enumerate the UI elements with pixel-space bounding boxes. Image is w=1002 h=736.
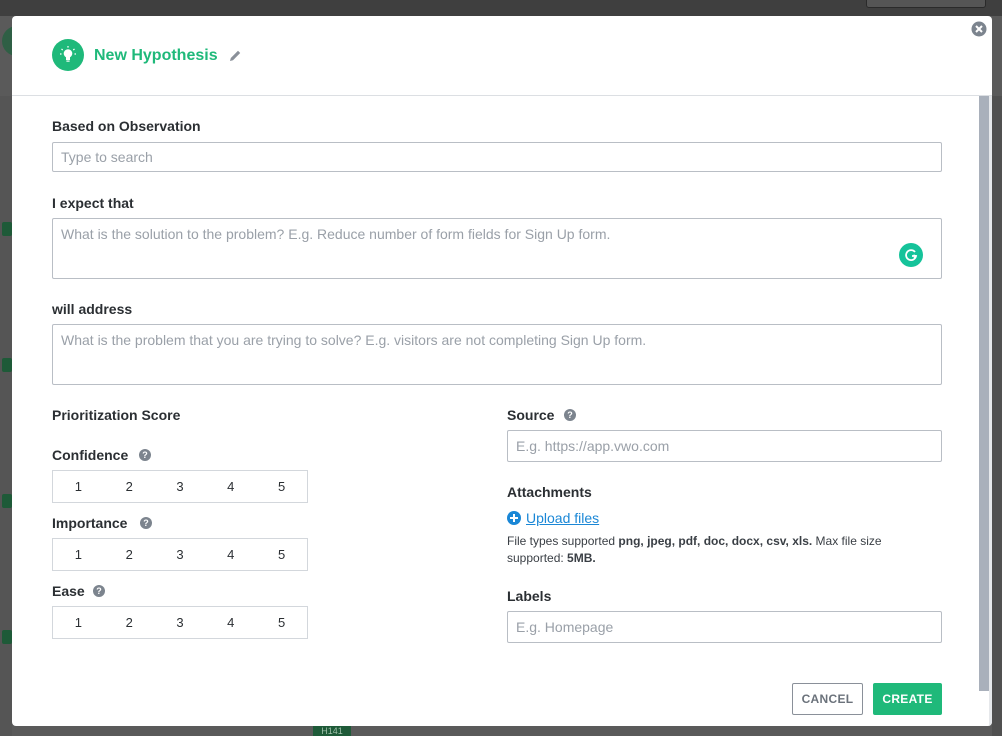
- background-topbar: [0, 0, 1002, 16]
- prioritization-title: Prioritization Score: [52, 407, 181, 423]
- ease-option[interactable]: 2: [104, 607, 155, 638]
- new-hypothesis-modal: New Hypothesis Based on Observation Type…: [12, 16, 992, 726]
- pencil-icon[interactable]: [228, 49, 242, 63]
- confidence-option[interactable]: 5: [256, 471, 307, 502]
- importance-option[interactable]: 1: [53, 539, 104, 570]
- confidence-option[interactable]: 1: [53, 471, 104, 502]
- upload-files-link[interactable]: Upload files: [526, 510, 599, 526]
- background-hypothesis-tag: H141: [313, 726, 351, 736]
- note-file-types: png, jpeg, pdf, doc, docx, csv, xls.: [618, 534, 813, 548]
- scrollbar-track: [989, 96, 992, 726]
- importance-option[interactable]: 5: [256, 539, 307, 570]
- ease-label: Ease: [52, 583, 85, 599]
- source-input[interactable]: E.g. https://app.vwo.com: [507, 430, 942, 462]
- background-tag: [2, 630, 12, 644]
- ease-score-selector: 1 2 3 4 5: [52, 606, 308, 639]
- note-max-size: 5MB.: [567, 551, 596, 565]
- ease-option[interactable]: 1: [53, 607, 104, 638]
- attachments-label: Attachments: [507, 484, 592, 500]
- importance-score-selector: 1 2 3 4 5: [52, 538, 308, 571]
- labels-label: Labels: [507, 588, 552, 604]
- scrollbar-thumb[interactable]: [979, 96, 989, 691]
- close-icon[interactable]: [971, 21, 987, 37]
- plus-circle-icon: [507, 511, 521, 525]
- cancel-button[interactable]: CANCEL: [792, 683, 863, 715]
- confidence-option[interactable]: 3: [155, 471, 206, 502]
- confidence-option[interactable]: 4: [205, 471, 256, 502]
- background-tag: [2, 494, 12, 508]
- note-text: File types supported: [507, 534, 619, 548]
- ease-option[interactable]: 4: [205, 607, 256, 638]
- confidence-label: Confidence: [52, 447, 129, 463]
- background-column-right: [992, 96, 1002, 736]
- importance-option[interactable]: 4: [205, 539, 256, 570]
- upload-files-button[interactable]: Upload files: [507, 510, 599, 526]
- expect-label: I expect that: [52, 195, 134, 211]
- background-tag: [2, 222, 12, 236]
- observation-search-input[interactable]: Type to search: [52, 142, 942, 172]
- lightbulb-icon: [52, 39, 84, 71]
- confidence-help-icon[interactable]: ?: [139, 449, 151, 461]
- modal-header: New Hypothesis: [12, 16, 992, 96]
- importance-option[interactable]: 3: [155, 539, 206, 570]
- source-label: Source: [507, 407, 555, 423]
- grammarly-icon[interactable]: [899, 243, 923, 267]
- importance-option[interactable]: 2: [104, 539, 155, 570]
- ease-option[interactable]: 3: [155, 607, 206, 638]
- background-tag: [2, 358, 12, 372]
- source-help-icon[interactable]: ?: [564, 409, 576, 421]
- importance-help-icon[interactable]: ?: [140, 517, 152, 529]
- confidence-option[interactable]: 2: [104, 471, 155, 502]
- labels-input[interactable]: E.g. Homepage: [507, 611, 942, 643]
- address-textarea[interactable]: What is the problem that you are trying …: [52, 324, 942, 385]
- create-button[interactable]: CREATE: [873, 683, 942, 715]
- expect-textarea[interactable]: What is the solution to the problem? E.g…: [52, 218, 942, 279]
- background-dropdown: [866, 0, 986, 8]
- address-label: will address: [52, 301, 133, 317]
- importance-label: Importance: [52, 515, 128, 531]
- modal-title: New Hypothesis: [94, 47, 218, 64]
- ease-option[interactable]: 5: [256, 607, 307, 638]
- ease-help-icon[interactable]: ?: [93, 585, 105, 597]
- observation-label: Based on Observation: [52, 118, 201, 134]
- file-types-note: File types supported png, jpeg, pdf, doc…: [507, 533, 927, 567]
- confidence-score-selector: 1 2 3 4 5: [52, 470, 308, 503]
